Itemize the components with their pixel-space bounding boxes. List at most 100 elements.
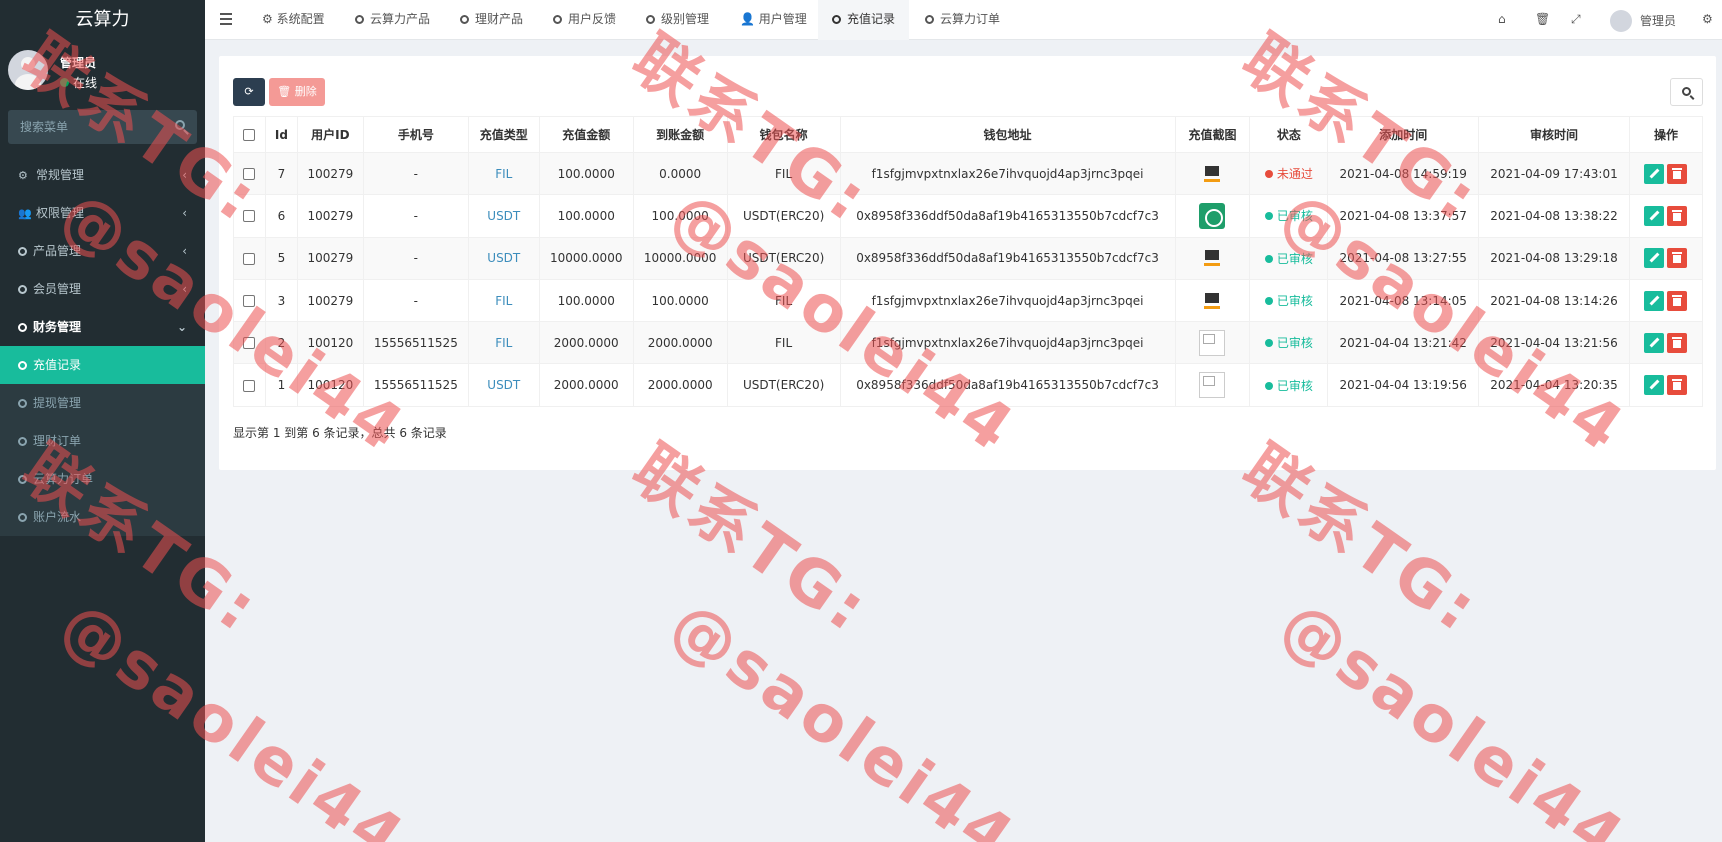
circle-icon	[832, 15, 841, 24]
cell-amount: 100.0000	[538, 279, 634, 323]
col-header[interactable]: 充值金额	[538, 116, 634, 153]
col-header[interactable]: 用户ID	[296, 116, 364, 153]
cell-status: 已审核	[1249, 237, 1329, 280]
col-header[interactable]: 到账金额	[632, 116, 728, 153]
topnav-user-name[interactable]: 管理员	[1640, 12, 1676, 29]
select-all-checkbox[interactable]	[243, 129, 256, 141]
status-dot-icon	[1264, 381, 1273, 390]
table-body: 7 100279- FIL 100.0000 0.0000 FIL f1sfgjmvpxtn…	[233, 152, 1704, 407]
delete-button[interactable]: 🗑 删除	[269, 78, 325, 106]
edit-button[interactable]	[1644, 205, 1665, 226]
row-checkbox[interactable]	[243, 168, 256, 181]
recharge-type-link[interactable]: FIL	[495, 294, 512, 308]
cell-wallet-address: 0x8958f336ddf50da8af19b4165313550b7cdcf7…	[839, 237, 1176, 280]
recharge-type-link[interactable]: FIL	[495, 336, 512, 350]
avatar[interactable]	[1610, 10, 1632, 32]
row-select-cell	[233, 194, 266, 238]
screenshot-thumbnail[interactable]	[1199, 245, 1225, 271]
edit-button[interactable]	[1644, 248, 1665, 269]
row-delete-button[interactable]	[1667, 248, 1688, 269]
cell-credited: 2000.0000	[632, 363, 728, 407]
cell-added-time: 2021-04-04 13:21:42	[1327, 321, 1480, 365]
sidebar-item-cloud-orders[interactable]: 云算力订单	[0, 460, 205, 498]
cell-status: 已审核	[1249, 279, 1329, 323]
cogs-icon: ⚙	[18, 169, 28, 182]
row-checkbox[interactable]	[243, 379, 256, 392]
refresh-button[interactable]: ⟳	[233, 78, 265, 106]
cell-wallet-name: USDT(ERC20)	[726, 194, 841, 238]
tab-cloud-orders[interactable]: 云算力订单	[911, 0, 1014, 40]
tab-cloud-product[interactable]: 云算力产品	[341, 0, 444, 40]
screenshot-thumbnail[interactable]	[1199, 288, 1225, 314]
recharge-type-link[interactable]: USDT	[487, 251, 520, 265]
col-header[interactable]: Id	[264, 116, 298, 153]
edit-button[interactable]	[1644, 375, 1665, 396]
row-checkbox[interactable]	[243, 210, 256, 223]
sidebar-item-withdraw[interactable]: 提现管理	[0, 384, 205, 422]
sidebar-item-recharge[interactable]: 充值记录	[0, 346, 205, 384]
screenshot-thumbnail[interactable]	[1199, 202, 1226, 229]
menu-search-input[interactable]	[8, 110, 197, 144]
edit-button[interactable]	[1644, 290, 1665, 311]
tab-recharge[interactable]: 充值记录	[818, 0, 910, 40]
tab-user[interactable]: 👤 用户管理	[726, 0, 821, 40]
edit-button[interactable]	[1644, 163, 1665, 184]
sidebar-item-product[interactable]: 产品管理 ‹	[0, 232, 205, 270]
tab-feedback[interactable]: 用户反馈	[539, 0, 630, 40]
tab-finance-product[interactable]: 理财产品	[446, 0, 537, 40]
avatar	[8, 50, 48, 90]
col-header[interactable]: 手机号	[362, 116, 469, 153]
row-delete-button[interactable]	[1667, 205, 1688, 226]
row-checkbox[interactable]	[243, 295, 256, 308]
cell-wallet-name: USDT(ERC20)	[726, 363, 841, 407]
recharge-type-link[interactable]: USDT	[487, 378, 520, 392]
cell-wallet-name: FIL	[726, 152, 841, 196]
sidebar-item-finance-orders[interactable]: 理财订单	[0, 422, 205, 460]
trash-icon[interactable]: 🗑	[1535, 12, 1550, 26]
tab-label: 用户管理	[758, 12, 807, 26]
sidebar-item-member[interactable]: 会员管理 ‹	[0, 270, 205, 308]
menu-search	[8, 110, 197, 144]
brand-logo[interactable]: 云算力	[0, 0, 205, 40]
sidebar-item-general[interactable]: ⚙ 常规管理 ‹	[0, 156, 205, 194]
cell-screenshot	[1174, 321, 1251, 365]
tab-level[interactable]: 级别管理	[632, 0, 723, 40]
col-header[interactable]: 充值截图	[1174, 116, 1251, 153]
cell-amount: 10000.0000	[538, 237, 634, 280]
menu-toggle-icon[interactable]	[220, 13, 232, 28]
col-header[interactable]: 添加时间	[1327, 116, 1480, 153]
recharge-type-link[interactable]: USDT	[487, 209, 520, 223]
home-icon[interactable]: ⌂	[1498, 12, 1506, 26]
col-header[interactable]: 钱包地址	[839, 116, 1176, 153]
edit-button[interactable]	[1644, 332, 1665, 353]
screenshot-thumbnail[interactable]	[1199, 329, 1226, 356]
chevron-down-icon: ⌄	[176, 320, 187, 334]
col-header[interactable]: 状态	[1249, 116, 1329, 153]
screenshot-thumbnail[interactable]	[1199, 372, 1226, 399]
row-delete-button[interactable]	[1667, 332, 1688, 353]
row-checkbox[interactable]	[243, 337, 256, 350]
circle-icon	[18, 399, 27, 408]
col-header[interactable]: 充值类型	[467, 116, 540, 153]
tab-label: 系统配置	[276, 12, 325, 26]
row-checkbox[interactable]	[243, 252, 256, 265]
search-icon[interactable]	[175, 120, 185, 130]
screenshot-thumbnail[interactable]	[1199, 161, 1225, 187]
cogs-icon[interactable]: ⚙	[1702, 12, 1713, 26]
sidebar-item-account-flow[interactable]: 账户流水	[0, 498, 205, 536]
sidebar-item-finance[interactable]: 财务管理 ⌄	[0, 308, 205, 346]
col-header[interactable]: 钱包名称	[726, 116, 841, 153]
row-delete-button[interactable]	[1667, 290, 1688, 311]
sidebar-item-label: 常规管理	[36, 168, 85, 182]
col-header[interactable]: 审核时间	[1478, 116, 1630, 153]
tab-system-config[interactable]: ⚙ 系统配置	[248, 0, 339, 40]
fullscreen-icon[interactable]: ⤢	[1571, 12, 1581, 27]
cell-screenshot	[1174, 152, 1251, 196]
recharge-type-link[interactable]: FIL	[495, 167, 512, 181]
table-search-button[interactable]	[1670, 78, 1703, 106]
cell-actions	[1628, 321, 1704, 365]
row-delete-button[interactable]	[1667, 163, 1688, 184]
row-delete-button[interactable]	[1667, 375, 1688, 396]
sidebar-item-permission[interactable]: 👥 权限管理 ‹	[0, 194, 205, 232]
online-dot-icon	[60, 78, 69, 87]
